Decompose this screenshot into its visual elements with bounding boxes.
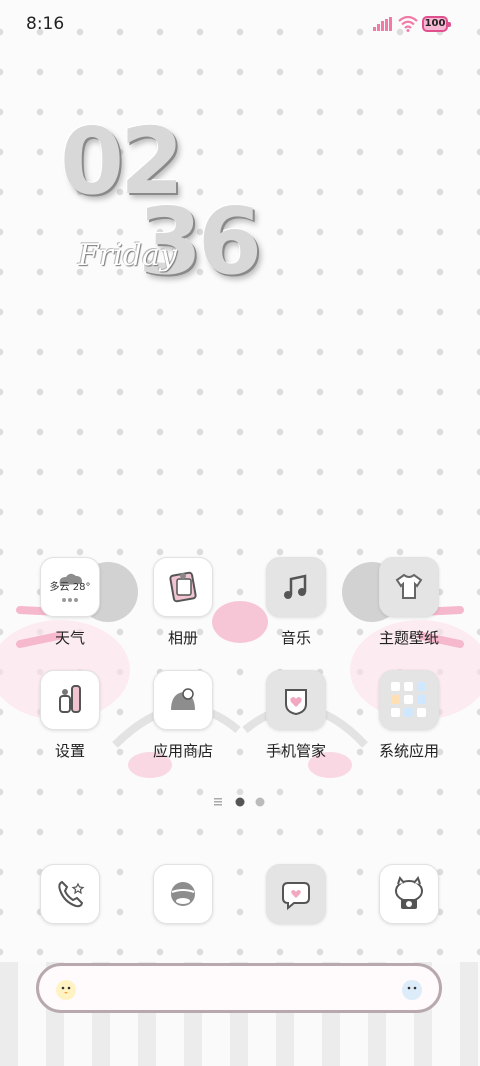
- app-store-icon: [153, 670, 213, 730]
- app-app-store[interactable]: 应用商店: [133, 670, 233, 761]
- app-phone-manager[interactable]: 手机管家: [246, 670, 346, 761]
- theme-shirt-icon: [379, 557, 439, 617]
- dock-messages[interactable]: [246, 864, 346, 924]
- app-system-apps-folder[interactable]: 系统应用: [359, 670, 459, 761]
- app-label: 设置: [54, 742, 85, 760]
- clock-day: Friday: [78, 238, 177, 273]
- app-label: 相册: [167, 629, 198, 647]
- app-settings[interactable]: 设置: [20, 670, 120, 761]
- app-theme-wallpaper[interactable]: 主题壁纸: [359, 557, 459, 648]
- weather-icon: 多云 28°: [40, 557, 100, 617]
- system-apps-folder-icon: [379, 670, 439, 730]
- app-label: 手机管家: [265, 742, 326, 760]
- search-bar[interactable]: [36, 963, 442, 1013]
- seal-icon: [402, 980, 422, 1000]
- signal-icon: [373, 17, 392, 31]
- settings-icon: [40, 670, 100, 730]
- phone-manager-icon: [266, 670, 326, 730]
- page-indicator[interactable]: [212, 795, 272, 809]
- app-music[interactable]: 音乐: [246, 557, 346, 648]
- home-menu-icon: [214, 798, 222, 800]
- messages-icon: [266, 864, 326, 924]
- app-label: 音乐: [280, 629, 311, 647]
- app-label: 系统应用: [378, 742, 439, 760]
- battery-icon: 100: [422, 16, 451, 32]
- app-photo-album[interactable]: 相册: [133, 557, 233, 648]
- camera-icon: [379, 864, 439, 924]
- dock-phone[interactable]: [20, 864, 120, 924]
- app-label: 天气: [54, 629, 85, 647]
- page-dot: [255, 797, 265, 807]
- status-bar: 8:16 100: [0, 0, 480, 50]
- app-weather[interactable]: 多云 28° 天气: [20, 557, 120, 648]
- weather-widget-text: 多云 28°: [49, 582, 91, 593]
- app-label: 应用商店: [152, 742, 213, 760]
- wifi-icon: [398, 16, 418, 32]
- chick-icon: [56, 980, 76, 1000]
- page-dot-active: [235, 797, 245, 807]
- phone-icon: [40, 864, 100, 924]
- dock-camera[interactable]: [359, 864, 459, 924]
- dock-browser[interactable]: [133, 864, 233, 924]
- app-label: 主题壁纸: [378, 629, 439, 647]
- photo-album-icon: [153, 557, 213, 617]
- music-icon: [266, 557, 326, 617]
- status-time: 8:16: [26, 14, 65, 34]
- browser-icon: [153, 864, 213, 924]
